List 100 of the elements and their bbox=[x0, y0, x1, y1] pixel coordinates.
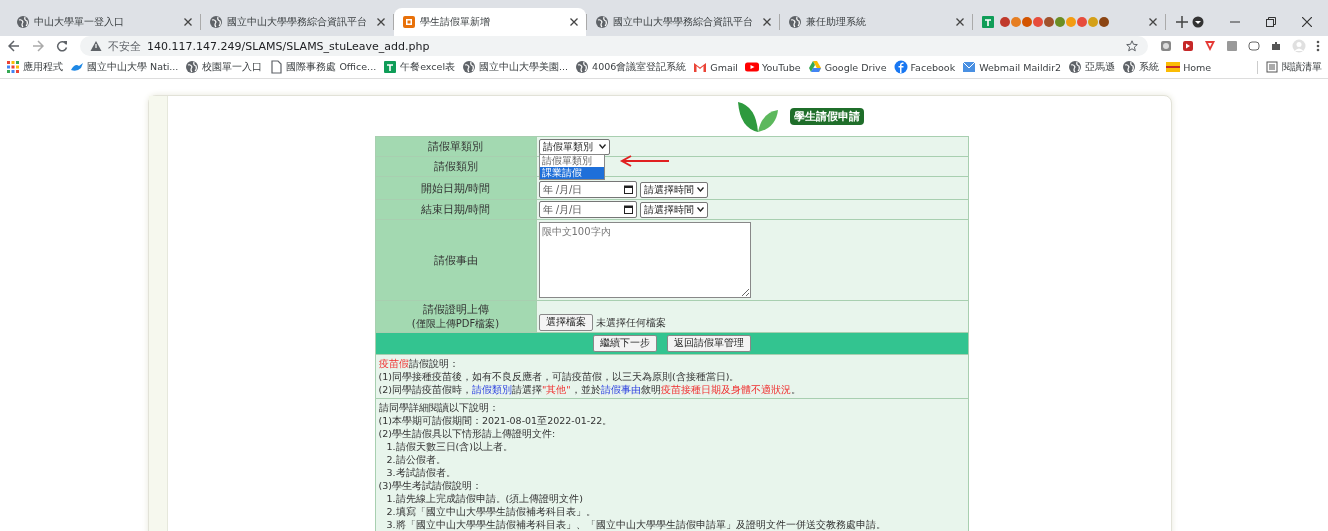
time-select[interactable]: 請選擇時間 bbox=[639, 181, 708, 198]
apps-grid-icon bbox=[6, 60, 20, 74]
calendar-icon bbox=[623, 185, 633, 194]
close-icon[interactable] bbox=[1302, 17, 1312, 27]
page-icon bbox=[269, 60, 284, 74]
bookmark-item[interactable]: 校園單一入口 bbox=[185, 60, 263, 74]
bookmark-item[interactable]: Facebook bbox=[893, 60, 956, 74]
new-tab-icon[interactable] bbox=[1176, 16, 1188, 28]
triangle-logo-icon bbox=[807, 60, 822, 74]
field-hint: (僅限上傳PDF檔案) bbox=[410, 317, 501, 331]
note-line: (1)本學期可請假期間：2021-08-01至2022-01-22。 bbox=[378, 415, 613, 426]
spreadsheet-icon bbox=[383, 60, 398, 74]
close-tab-icon[interactable] bbox=[763, 18, 771, 26]
category-select[interactable]: 請假單類別 bbox=[538, 138, 610, 155]
browser-tab[interactable]: 兼任助理系統 bbox=[780, 8, 972, 36]
bookmark-item[interactable]: YouTube bbox=[745, 60, 801, 74]
choose-file-button[interactable]: 選擇檔案 bbox=[538, 314, 593, 331]
chat-icon[interactable] bbox=[1248, 40, 1260, 52]
globe-icon bbox=[16, 15, 30, 29]
bookmark-item[interactable]: 系統 bbox=[1122, 60, 1160, 74]
globe-icon bbox=[209, 15, 223, 29]
vaccine-note-line: 疫苗假請假說明： bbox=[378, 357, 459, 370]
reload-icon[interactable] bbox=[56, 40, 68, 52]
close-tab-icon[interactable] bbox=[184, 18, 192, 26]
profile-icon[interactable] bbox=[1192, 16, 1204, 28]
arrow-annotation bbox=[619, 154, 670, 167]
field-label: 結束日期/時間 bbox=[420, 203, 491, 216]
close-tab-icon[interactable] bbox=[377, 18, 385, 26]
close-tab-icon[interactable] bbox=[1149, 18, 1157, 26]
time-select[interactable]: 請選擇時間 bbox=[639, 201, 708, 218]
chevron-down-icon bbox=[696, 207, 704, 212]
extension-icon[interactable] bbox=[1182, 40, 1194, 52]
note-line: 2.填寫「國立中山大學學生請假補考科目表」。 bbox=[386, 506, 596, 517]
globe-icon bbox=[575, 60, 590, 74]
bookmark-item[interactable]: 國立中山大學美園... bbox=[462, 60, 569, 74]
bookmark-item[interactable]: 4006會議室登記系統 bbox=[575, 60, 687, 74]
close-tab-icon[interactable] bbox=[956, 18, 964, 26]
f-circle-icon bbox=[893, 60, 908, 74]
note-line: 2.請公假者。 bbox=[386, 454, 446, 465]
globe-icon bbox=[595, 15, 609, 29]
star-icon[interactable] bbox=[1126, 40, 1138, 52]
bookmark-item[interactable]: Home bbox=[1166, 60, 1212, 74]
form-button[interactable]: 繼續下一步 bbox=[592, 335, 657, 352]
browser-tab[interactable]: 國立中山大學學務綜合資訊平台 bbox=[201, 8, 393, 36]
vaccine-note-line: (1)同學接種疫苗後，如有不良反應者，可請疫苗假，以三天為原則(含接種當日)。 bbox=[378, 370, 740, 383]
globe-icon bbox=[788, 15, 802, 29]
globe-icon bbox=[1122, 60, 1137, 74]
bird-icon bbox=[70, 60, 84, 74]
globe-icon bbox=[462, 60, 477, 74]
date-field[interactable]: 年 /月/日 bbox=[538, 201, 637, 218]
bookmark-item[interactable]: 亞馬遜 bbox=[1068, 60, 1116, 74]
globe-icon bbox=[185, 60, 200, 74]
file-status: 未選擇任何檔案 bbox=[595, 315, 666, 330]
chevron-down-icon bbox=[598, 144, 606, 149]
bookmark-item[interactable]: Gmail bbox=[693, 60, 738, 74]
address-bar[interactable]: 不安全 140.117.147.249/SLAMS/SLAMS_stuLeave_add.php bbox=[80, 36, 1148, 56]
envelope-icon bbox=[962, 60, 977, 74]
video-play-icon bbox=[745, 60, 759, 74]
shield-icon[interactable] bbox=[1204, 40, 1216, 52]
restore-icon[interactable] bbox=[1266, 17, 1276, 27]
warning-icon bbox=[90, 40, 102, 52]
page-title: 學生請假申請 bbox=[789, 107, 864, 125]
browser-tab[interactable]: 中山大學單一登入口 bbox=[8, 8, 200, 36]
date-field[interactable]: 年 /月/日 bbox=[538, 181, 637, 198]
vaccine-note-line: (2)同學請疫苗假時，請假類別請選擇"其他"，並於請假事由敘明疫苗接種日期及身體不適狀況。 bbox=[378, 383, 801, 396]
form-button[interactable]: 返回請假單管理 bbox=[666, 335, 751, 352]
note-line: 1.請假天數三日(含)以上者。 bbox=[386, 441, 513, 452]
field-label: 請假事由 bbox=[433, 253, 478, 267]
note-line: 3.考試請假者。 bbox=[386, 467, 456, 478]
note-line: (2)學生請假具以下情形請上傳證明文件: bbox=[378, 428, 556, 439]
field-label: 請假單類別 bbox=[428, 140, 483, 153]
note-line: 3.將「國立中山大學學生請假補考科目表」、「國立中山大學學生請假申請單」及證明文件一併送交教務處申請。 bbox=[386, 519, 886, 530]
dropdown-option[interactable]: 課業請假 bbox=[539, 166, 604, 179]
field-label: 請假證明上傳 bbox=[422, 303, 489, 316]
browser-tab[interactable]: 國立中山大學學務綜合資訊平台 bbox=[587, 8, 779, 36]
bookmark-item[interactable]: 國立中山大學 Nati... bbox=[70, 60, 179, 74]
reason-field[interactable]: 限中文100字內 bbox=[538, 222, 751, 298]
field-label: 開始日期/時間 bbox=[420, 181, 491, 195]
browser-tab[interactable]: 學生請假單新增 bbox=[394, 8, 586, 36]
reading-list-button[interactable]: 閱讀清單 bbox=[1257, 60, 1322, 74]
bookmark-item[interactable]: Webmail Maildir2 bbox=[962, 60, 1062, 74]
globe-icon bbox=[1068, 60, 1083, 74]
mail-m-icon bbox=[693, 60, 708, 74]
dropdown-option[interactable]: 請假單類別 bbox=[539, 154, 604, 167]
spreadsheet-icon bbox=[981, 15, 995, 29]
back-icon[interactable] bbox=[8, 40, 20, 52]
note-line: 1.請先線上完成請假申請。(須上傳證明文件) bbox=[386, 493, 583, 504]
extension-icon[interactable] bbox=[1160, 40, 1172, 52]
close-tab-icon[interactable] bbox=[570, 18, 578, 26]
menu-icon[interactable] bbox=[1316, 40, 1320, 52]
note-line: (3)學生考試請假說明： bbox=[378, 480, 482, 491]
bookmark-item[interactable]: 國際事務處 Office... bbox=[269, 60, 377, 74]
calendar-icon bbox=[623, 205, 633, 214]
bookmark-item[interactable]: 應用程式 bbox=[6, 60, 63, 74]
bookmark-item[interactable]: Google Drive bbox=[807, 60, 887, 74]
extension-icon[interactable] bbox=[1226, 40, 1238, 52]
puzzle-icon[interactable] bbox=[1270, 40, 1282, 52]
field-label: 請假類別 bbox=[433, 160, 478, 173]
app-icon bbox=[402, 15, 416, 29]
bookmark-item[interactable]: 午餐excel表 bbox=[383, 60, 456, 74]
